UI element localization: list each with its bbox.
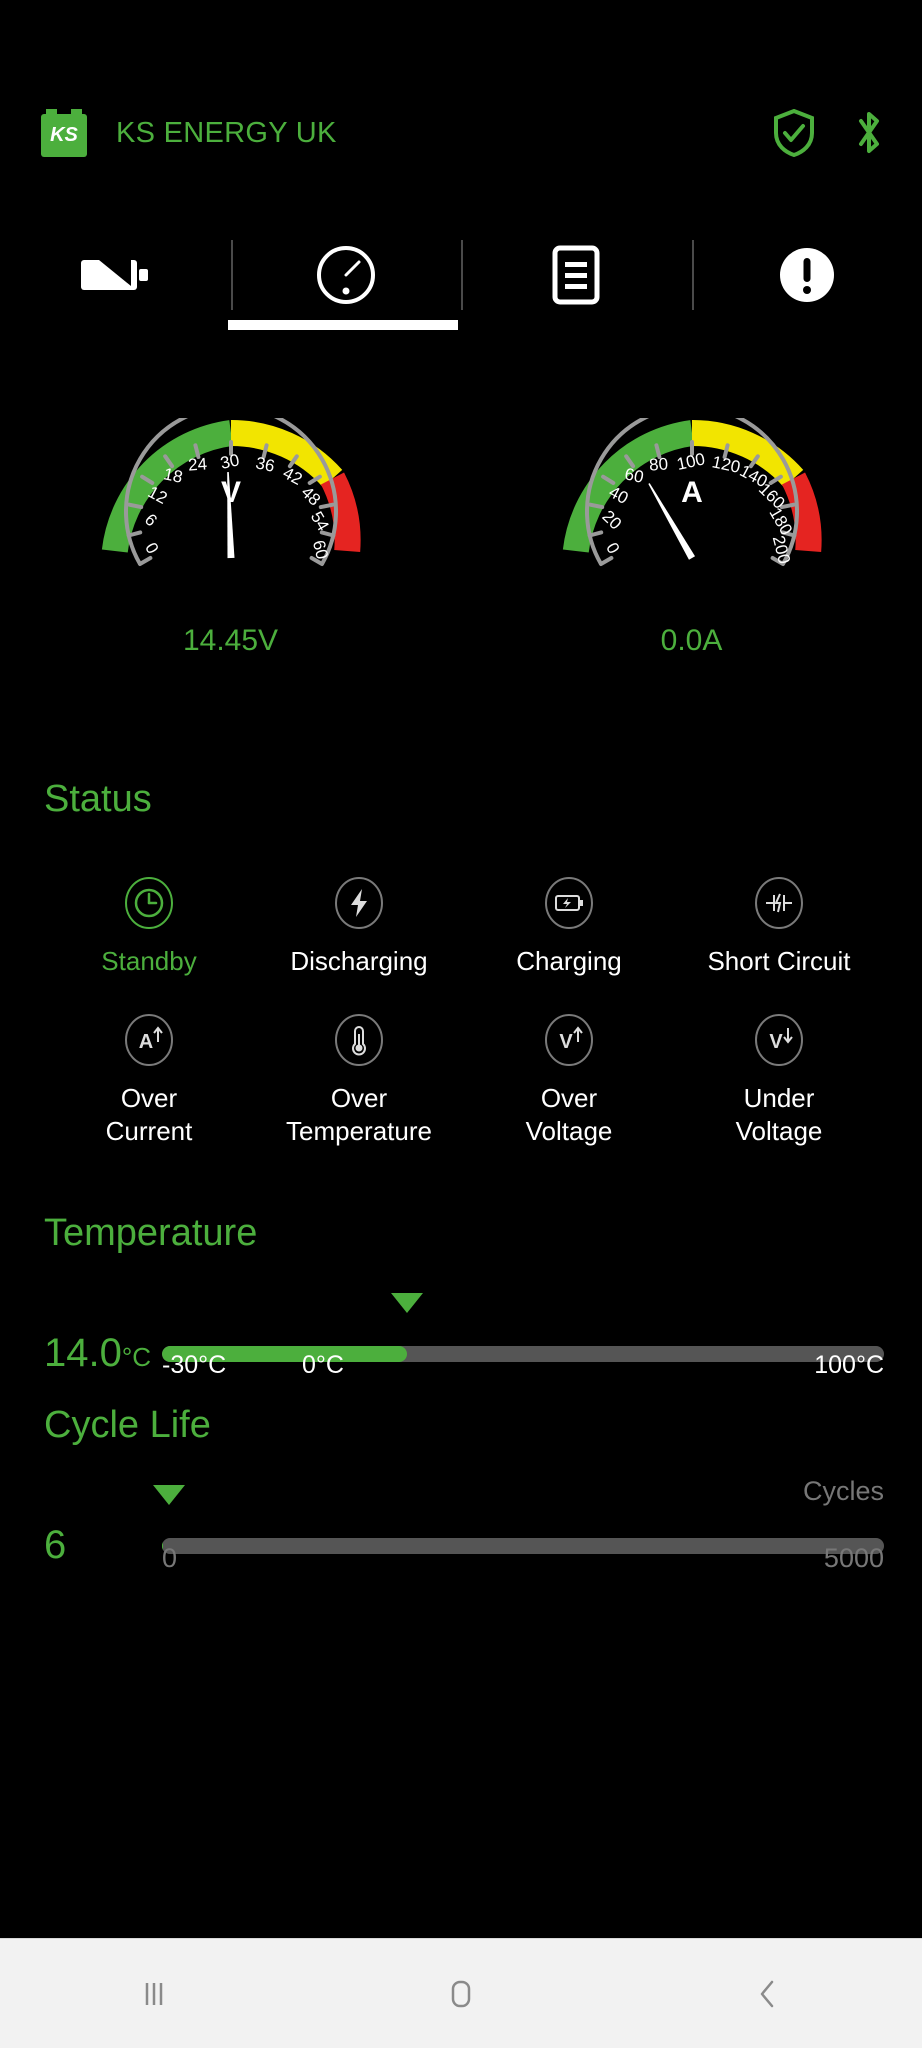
status-title: Status [44, 778, 152, 820]
list-document-icon [552, 245, 600, 305]
svg-text:0: 0 [141, 539, 162, 557]
svg-text:6: 6 [140, 510, 160, 530]
battery-charge-icon [545, 877, 593, 929]
cycle-life-scale-min: 0 [162, 1543, 178, 1573]
temperature-bar-block: 14.0°C -30°C 0°C 100°C [44, 1293, 884, 1389]
status-label: Over Voltage [525, 1083, 613, 1146]
tab-active-indicator [228, 320, 458, 330]
recents-icon [145, 1982, 162, 2005]
battery-icon [81, 260, 149, 290]
svg-text:A: A [139, 1031, 153, 1053]
voltage-gauge-dial: 0 6 12 18 24 30 36 42 48 54 60 V [101, 418, 361, 566]
clock-icon [125, 877, 173, 929]
app-header: KS KS ENERGY UK [0, 98, 922, 168]
back-button[interactable] [698, 1939, 838, 2048]
temperature-unit: °C [121, 1342, 152, 1372]
app-screen: KS KS ENERGY UK 0 6 12 18 24 30 36 42 48… [0, 0, 922, 2048]
voltage-readout: 14.45V [182, 624, 279, 657]
tab-records[interactable] [461, 236, 692, 314]
status-label: Over Current [105, 1083, 193, 1146]
thermometer-icon [335, 1014, 383, 1066]
volt-down-icon: V [755, 1014, 803, 1066]
current-readout: 0.0A [660, 624, 723, 657]
amp-up-icon: A [125, 1014, 173, 1066]
current-unit-label: A [681, 476, 703, 509]
app-title: KS ENERGY UK [116, 116, 337, 149]
svg-text:30: 30 [218, 450, 240, 473]
temperature-title: Temperature [44, 1212, 258, 1254]
svg-text:18: 18 [161, 464, 183, 487]
status-item-over-voltage[interactable]: V Over Voltage [464, 1014, 674, 1148]
status-label: Over Temperature [286, 1083, 432, 1146]
svg-text:60: 60 [622, 464, 644, 487]
temperature-readout: 14.0°C [44, 1331, 162, 1376]
cycle-life-readout: 6 [44, 1523, 67, 1567]
status-label: Under Voltage [735, 1083, 823, 1146]
cycle-life-scale: 0 5000 [162, 1543, 884, 1577]
battery-logo-icon: KS [41, 109, 87, 157]
status-item-discharging[interactable]: Discharging [254, 877, 464, 978]
status-item-short-circuit[interactable]: Short Circuit [674, 877, 884, 978]
svg-text:200: 200 [768, 534, 793, 566]
temperature-scale-max: 100°C [814, 1351, 884, 1379]
voltage-gauge: 0 6 12 18 24 30 36 42 48 54 60 V 14.45V [0, 418, 461, 708]
temperature-section: Temperature 14.0°C -30°C 0°C 100°C [44, 1212, 884, 1389]
svg-text:80: 80 [648, 454, 668, 474]
volt-up-icon: V [545, 1014, 593, 1066]
status-item-over-temperature[interactable]: Over Temperature [254, 1014, 464, 1148]
svg-text:120: 120 [710, 452, 742, 476]
gauges-row: 0 6 12 18 24 30 36 42 48 54 60 V 14.45V … [0, 418, 922, 708]
cycle-life-section: Cycle Life Cycles 6 0 5000 [44, 1404, 884, 1581]
back-icon [761, 1980, 774, 2007]
svg-text:V: V [769, 1031, 783, 1053]
bluetooth-icon[interactable] [852, 108, 886, 158]
current-gauge-dial: 0 20 40 60 80 100 120 140 160 180 200 A [562, 418, 822, 566]
temperature-scale-min: -30°C [162, 1351, 227, 1379]
exclamation-circle-icon [779, 248, 834, 302]
status-label: Standby [101, 946, 197, 976]
status-item-charging[interactable]: Charging [464, 877, 674, 978]
status-section: Status Standby Discharging Charging Shor… [44, 778, 884, 1148]
svg-text:KS: KS [50, 124, 78, 146]
android-navbar [0, 1938, 922, 2048]
tab-battery[interactable] [0, 236, 231, 314]
cycle-life-marker [153, 1485, 186, 1505]
svg-text:20: 20 [598, 507, 625, 534]
status-item-standby[interactable]: Standby [44, 877, 254, 978]
temperature-scale-mid: 0°C [302, 1351, 344, 1379]
voltage-unit-label: V [220, 476, 240, 509]
svg-text:0: 0 [602, 539, 623, 557]
status-grid: Standby Discharging Charging Short Circu… [44, 877, 884, 1148]
cycle-life-title: Cycle Life [44, 1404, 211, 1446]
home-icon [451, 1980, 471, 2007]
status-label: Charging [516, 946, 622, 976]
status-item-under-voltage[interactable]: V Under Voltage [674, 1014, 884, 1148]
recents-button[interactable] [84, 1939, 224, 2048]
lightning-bolt-icon [335, 877, 383, 929]
current-gauge: 0 20 40 60 80 100 120 140 160 180 200 A [461, 418, 922, 708]
tab-bar [0, 236, 922, 346]
svg-text:V: V [559, 1031, 573, 1053]
temperature-marker [391, 1293, 424, 1313]
status-label: Short Circuit [707, 946, 851, 976]
svg-text:36: 36 [253, 453, 275, 476]
svg-text:54: 54 [306, 508, 332, 534]
gauge-icon [316, 246, 375, 304]
status-label: Discharging [290, 946, 428, 976]
svg-text:100: 100 [675, 449, 707, 473]
cycle-life-scale-max: 5000 [823, 1543, 884, 1573]
temperature-scale: -30°C 0°C 100°C [162, 1351, 884, 1385]
cycle-life-bar-block: 6 0 5000 [44, 1485, 884, 1581]
tab-alerts[interactable] [691, 236, 922, 314]
brand-logo: KS [38, 109, 90, 157]
temperature-value: 14.0 [44, 1331, 122, 1375]
svg-text:24: 24 [187, 454, 207, 474]
status-item-over-current[interactable]: A Over Current [44, 1014, 254, 1148]
short-circuit-icon [755, 877, 803, 929]
tab-gauge[interactable] [230, 236, 462, 314]
home-button[interactable] [391, 1939, 531, 2048]
shield-check-icon[interactable] [772, 109, 816, 157]
